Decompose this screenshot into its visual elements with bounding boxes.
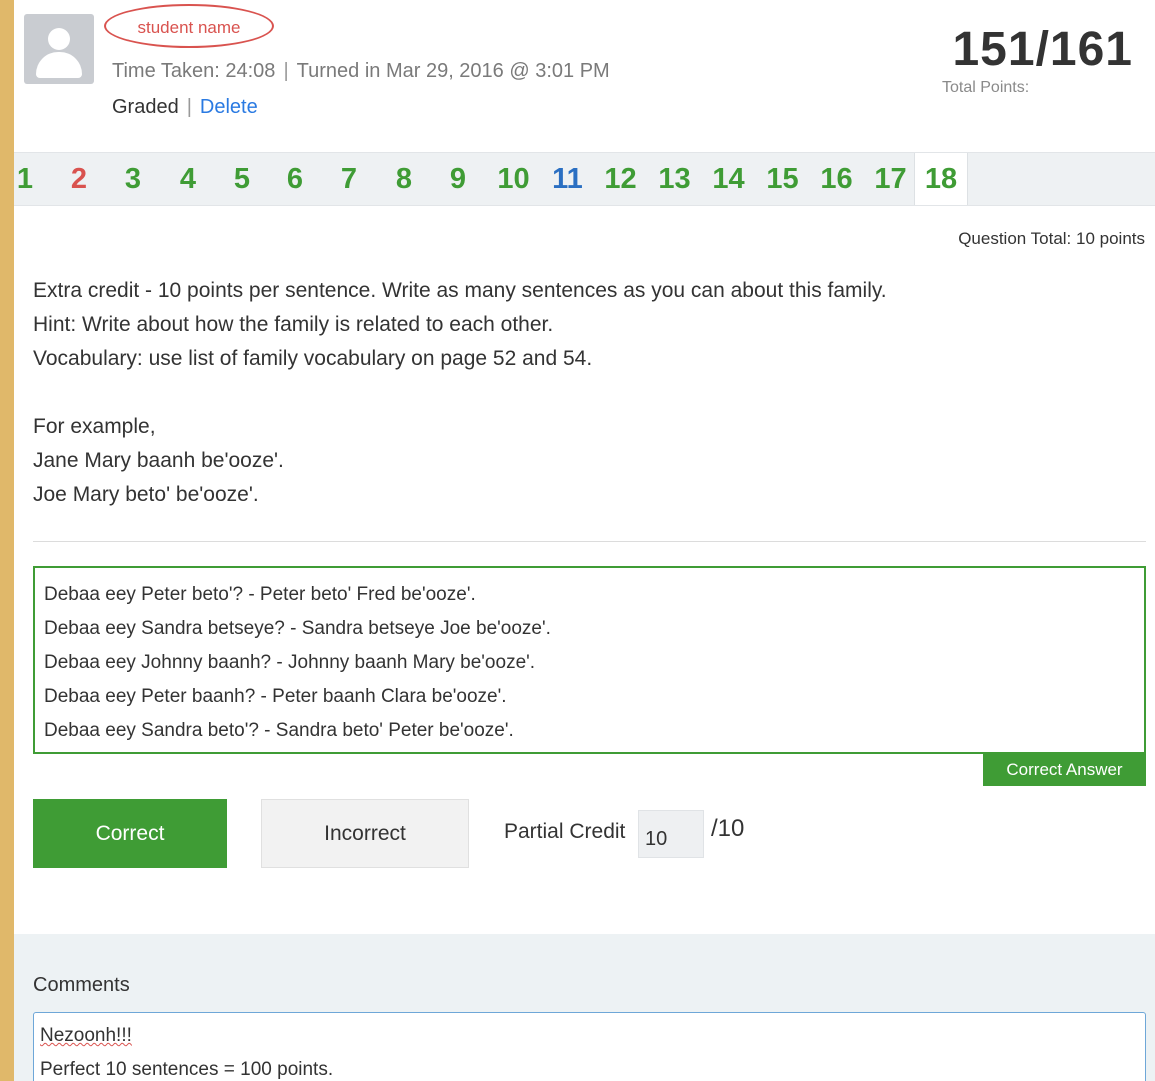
comment-line-2: Perfect 10 sentences = 100 points. [40, 1059, 334, 1080]
question-nav-item-17[interactable]: 17 [868, 153, 913, 205]
question-nav-item-7[interactable]: 7 [333, 153, 365, 205]
prompt-gap [33, 376, 887, 410]
meta-separator: | [283, 60, 289, 82]
question-total: Question Total: 10 points [958, 229, 1145, 248]
comment-line: Nezoonh!!! [40, 1019, 1139, 1053]
question-nav-item-11[interactable]: 11 [545, 153, 590, 205]
submission-meta: Time Taken: 24:08 | Turned in Mar 29, 2016… [112, 60, 610, 83]
prompt-line: Hint: Write about how the family is rela… [33, 313, 554, 336]
time-taken: Time Taken: 24:08 [112, 60, 276, 82]
answer-line: Debaa eey Johnny baanh? - Johnny baanh M… [44, 652, 536, 673]
turned-in-date: Turned in Mar 29, 2016 @ 3:01 PM [296, 60, 610, 82]
answer-line: Debaa eey Sandra beto'? - Sandra beto' P… [44, 720, 514, 741]
question-nav-item-1[interactable]: 1 [14, 153, 41, 205]
comment-line-1: Nezoonh!!! [40, 1025, 132, 1046]
partial-credit-label: Partial Credit [504, 820, 626, 843]
answer-line: Debaa eey Sandra betseye? - Sandra betse… [44, 618, 551, 639]
question-nav-item-9[interactable]: 9 [442, 153, 474, 205]
answer-line: Debaa eey Peter beto'? - Peter beto' Fre… [44, 584, 476, 605]
example-line: For example, [33, 415, 156, 438]
question-nav-item-5[interactable]: 5 [226, 153, 258, 205]
partial-credit-input[interactable] [638, 810, 704, 858]
comments-textarea[interactable]: Nezoonh!!! Perfect 10 sentences = 100 po… [33, 1012, 1146, 1081]
question-nav-item-12[interactable]: 12 [598, 153, 643, 205]
example-line: Joe Mary beto' be'ooze'. [33, 483, 259, 506]
avatar [24, 14, 94, 84]
question-nav-item-18[interactable]: 18 [914, 153, 968, 205]
student-answer-box: Debaa eey Peter beto'? - Peter beto' Fre… [33, 566, 1146, 754]
question-prompt: Extra credit - 10 points per sentence. W… [33, 274, 887, 512]
incorrect-button[interactable]: Incorrect [261, 799, 469, 868]
total-points-label: Total Points: [942, 79, 1030, 96]
partial-credit-max: /10 [711, 815, 745, 842]
delete-link[interactable]: Delete [200, 96, 258, 118]
comments-label: Comments [33, 974, 130, 996]
status-separator: | [186, 96, 192, 118]
grading-status: Graded [112, 96, 179, 118]
status-line: Graded | Delete [112, 96, 258, 119]
question-nav-item-13[interactable]: 13 [652, 153, 697, 205]
prompt-line: Extra credit - 10 points per sentence. W… [33, 279, 887, 302]
question-nav-item-15[interactable]: 15 [760, 153, 805, 205]
submission-panel: student name Time Taken: 24:08 | Turned in… [14, 0, 1155, 1081]
student-name-annotation: student name [104, 4, 274, 48]
question-nav-item-16[interactable]: 16 [814, 153, 859, 205]
question-nav-item-4[interactable]: 4 [172, 153, 204, 205]
question-nav-item-2[interactable]: 2 [63, 153, 95, 205]
divider [33, 541, 1146, 542]
question-nav-item-14[interactable]: 14 [706, 153, 751, 205]
prompt-line: Vocabulary: use list of family vocabular… [33, 347, 593, 370]
correct-button[interactable]: Correct [33, 799, 227, 868]
avatar-body-shape [36, 52, 82, 78]
question-nav-item-8[interactable]: 8 [388, 153, 420, 205]
question-nav-item-3[interactable]: 3 [117, 153, 149, 205]
question-nav: 1 2 3 4 5 6 7 8 9 10 11 12 13 14 15 16 17 18 [14, 152, 1155, 206]
example-line: Jane Mary baanh be'ooze'. [33, 449, 284, 472]
total-score: 151/161 [952, 23, 1133, 76]
avatar-head-shape [48, 28, 70, 50]
question-nav-item-6[interactable]: 6 [279, 153, 311, 205]
correct-answer-tag: Correct Answer [983, 754, 1146, 786]
answer-line: Debaa eey Peter baanh? - Peter baanh Cla… [44, 686, 507, 707]
question-nav-item-10[interactable]: 10 [491, 153, 536, 205]
